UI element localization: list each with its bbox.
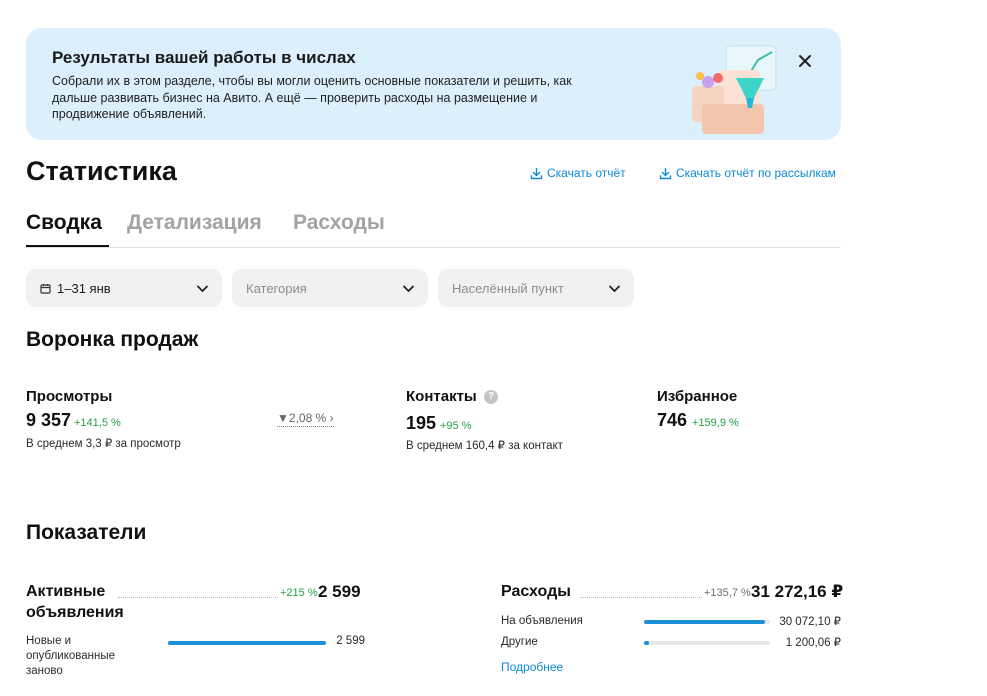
favorites-label: Избранное [657, 388, 738, 405]
active-ads-label: Активные объявления [26, 583, 124, 621]
download-report-label: Скачать отчёт [547, 166, 626, 180]
chevron-down-icon [197, 285, 208, 292]
funnel-chart-illustration [692, 45, 777, 134]
download-icon [530, 167, 543, 179]
chevron-down-icon [609, 285, 620, 292]
conversion-value: 2,08 % [288, 411, 327, 425]
close-icon[interactable] [794, 50, 816, 72]
funnel-title: Воронка продаж [26, 328, 199, 351]
contacts-delta: +95 % [440, 420, 472, 432]
active-ads-row-value: 2 599 [336, 635, 365, 647]
expenses-row-other-bar [644, 641, 770, 645]
tabs-bar: Сводка Детализация Расходы [26, 208, 841, 248]
banner-title: Результаты вашей работы в числах [52, 48, 356, 67]
contacts-label: Контакты [406, 388, 477, 405]
views-delta: +141,5 % [74, 417, 121, 429]
more-details-link[interactable]: Подробнее [501, 660, 563, 674]
conversion-link[interactable]: ▼2,08 % › [277, 411, 334, 427]
dotted-leader [580, 597, 702, 598]
expenses-row-ads-bar-fill [644, 620, 766, 624]
expenses-row-other-label: Другие [501, 636, 538, 648]
active-ads-delta: +215 % [280, 587, 318, 599]
period-select[interactable]: 1–31 янв [26, 269, 222, 307]
expenses-row-other-bar-fill [644, 641, 649, 645]
filter-funnel-icon: ▼ [277, 411, 289, 425]
download-mailing-report-label: Скачать отчёт по рассылкам [676, 166, 836, 180]
indicators-title: Показатели [26, 521, 147, 544]
category-select[interactable]: Категория [232, 269, 428, 307]
contacts-value: 195 [406, 413, 437, 433]
download-icon [659, 167, 672, 179]
help-icon[interactable]: ? [484, 390, 498, 404]
expenses-row-ads-value: 30 072,10 ₽ [779, 616, 841, 628]
favorites-value: 746 [657, 410, 688, 430]
views-label: Просмотры [26, 388, 113, 405]
download-report-link[interactable]: Скачать отчёт [530, 166, 626, 180]
expenses-row-other-value: 1 200,06 ₽ [785, 637, 841, 649]
expenses-delta: +135,7 % [704, 587, 751, 599]
active-tab-indicator [26, 245, 109, 247]
page-title: Статистика [26, 156, 177, 186]
expenses-value: 31 272,16 ₽ [751, 582, 844, 601]
contacts-sub: В среднем 160,4 ₽ за контакт [406, 440, 563, 452]
info-banner: Результаты вашей работы в числах Собрали… [26, 28, 841, 140]
category-placeholder: Категория [246, 280, 307, 296]
views-value: 9 357 [26, 410, 72, 430]
city-select[interactable]: Населённый пункт [438, 269, 634, 307]
views-sub: В среднем 3,3 ₽ за просмотр [26, 438, 181, 450]
active-ads-value: 2 599 [318, 582, 361, 601]
chevron-down-icon [403, 285, 414, 292]
period-value: 1–31 янв [57, 280, 111, 296]
active-ads-row-label: Новые и опубликованные заново [26, 635, 116, 677]
tab-details[interactable]: Детализация [127, 211, 262, 235]
chevron-right-icon: › [326, 411, 334, 425]
calendar-icon [40, 283, 51, 294]
expenses-label: Расходы [501, 583, 571, 600]
city-placeholder: Населённый пункт [452, 280, 564, 296]
tab-summary[interactable]: Сводка [26, 211, 102, 235]
favorites-delta: +159,9 % [692, 417, 739, 429]
download-mailing-report-link[interactable]: Скачать отчёт по рассылкам [659, 166, 836, 180]
expenses-row-ads-bar [644, 620, 770, 624]
banner-text: Собрали их в этом разделе, чтобы вы могл… [52, 74, 572, 121]
expenses-row-ads-label: На объявления [501, 615, 583, 627]
dotted-leader [118, 597, 278, 598]
tab-expenses[interactable]: Расходы [293, 211, 385, 235]
